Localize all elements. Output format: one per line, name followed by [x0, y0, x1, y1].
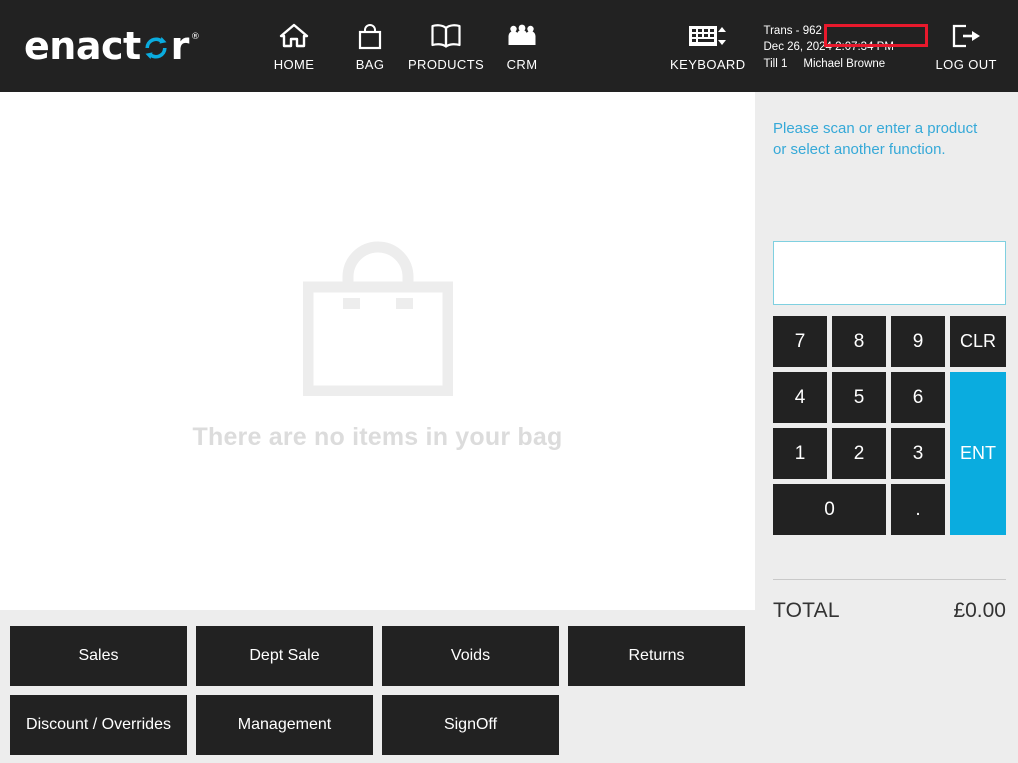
total-row: TOTAL £0.00 — [773, 599, 1006, 623]
prompt-line-1: Please scan or enter a product — [773, 120, 978, 137]
keyboard-toggle[interactable]: KEYBOARD — [670, 0, 745, 72]
shopping-bag-icon — [357, 21, 383, 51]
product-entry-input[interactable] — [773, 241, 1006, 305]
function-button-empty-slot — [568, 695, 745, 755]
nav-item-products[interactable]: PRODUCTS — [408, 21, 484, 72]
function-button-voids[interactable]: Voids — [382, 626, 559, 686]
nav-item-home[interactable]: HOME — [256, 21, 332, 72]
logo-text-part2: r — [170, 24, 190, 68]
keypad-key-7[interactable]: 7 — [773, 316, 827, 367]
function-button-management[interactable]: Management — [196, 695, 373, 755]
left-column: There are no items in your bag Sales Dep… — [0, 92, 755, 763]
transaction-datetime: Dec 26, 2024 2:07:34 PM — [763, 41, 894, 53]
function-button-dept-sale[interactable]: Dept Sale — [196, 626, 373, 686]
home-icon — [279, 21, 309, 51]
logo-text-part1: enact — [24, 24, 141, 68]
keypad-key-3[interactable]: 3 — [891, 428, 945, 479]
nav-label-bag: BAG — [355, 57, 385, 72]
keypad-key-0[interactable]: 0 — [773, 484, 886, 535]
keypad-key-5[interactable]: 5 — [832, 372, 886, 423]
logo-circular-arrow-icon — [142, 32, 170, 60]
keypad-key-6[interactable]: 6 — [891, 372, 945, 423]
prompt-line-2: or select another function. — [773, 141, 946, 158]
function-button-returns[interactable]: Returns — [568, 626, 745, 686]
till-number: Till 1 — [763, 58, 788, 70]
function-button-signoff[interactable]: SignOff — [382, 695, 559, 755]
numeric-keypad: 7 8 9 CLR 4 5 6 1 2 3 0 . ENT — [773, 316, 1006, 535]
book-icon — [430, 21, 462, 51]
keyboard-icon — [688, 21, 728, 51]
nav-label-home: HOME — [273, 57, 315, 72]
keypad-key-1[interactable]: 1 — [773, 428, 827, 479]
keypad-key-enter[interactable]: ENT — [950, 372, 1006, 535]
shopping-bag-outline-icon — [302, 241, 453, 401]
logout-label: LOG OUT — [935, 57, 997, 72]
nav-label-crm: CRM — [506, 57, 538, 72]
transaction-number: Trans - 962 — [763, 25, 822, 37]
total-label: TOTAL — [773, 599, 840, 622]
keypad-key-2[interactable]: 2 — [832, 428, 886, 479]
logout-button[interactable]: LOG OUT — [932, 0, 1000, 72]
function-button-grid: Sales Dept Sale Voids Returns Discount /… — [0, 610, 755, 763]
keypad-key-9[interactable]: 9 — [891, 316, 945, 367]
main-nav: HOME BAG PRODUCTS CRM — [256, 0, 560, 72]
total-divider — [773, 579, 1006, 580]
bag-area: There are no items in your bag — [0, 92, 755, 610]
keypad-key-8[interactable]: 8 — [832, 316, 886, 367]
keypad-key-decimal[interactable]: . — [891, 484, 945, 535]
logout-icon — [951, 21, 981, 51]
right-panel: Please scan or enter a product or select… — [755, 92, 1018, 763]
logo-trademark: ® — [190, 32, 200, 42]
bag-empty-message: There are no items in your bag — [192, 422, 563, 451]
function-button-sales[interactable]: Sales — [10, 626, 187, 686]
total-value: £0.00 — [953, 599, 1006, 622]
keyboard-label: KEYBOARD — [670, 57, 746, 72]
nav-label-products: PRODUCTS — [407, 57, 485, 72]
keypad-key-clear[interactable]: CLR — [950, 316, 1006, 367]
nav-item-bag[interactable]: BAG — [332, 21, 408, 72]
people-icon — [507, 21, 537, 51]
brand-logo: enact r ® — [0, 0, 256, 92]
function-button-discount-overrides[interactable]: Discount / Overrides — [10, 695, 187, 755]
prompt-message: Please scan or enter a product or select… — [773, 118, 1006, 160]
operator-name[interactable]: Michael Browne — [797, 55, 891, 73]
app-body: There are no items in your bag Sales Dep… — [0, 92, 1018, 763]
transaction-info: Trans - 962 Dec 26, 2024 2:07:34 PM Till… — [764, 0, 933, 73]
keypad-key-4[interactable]: 4 — [773, 372, 827, 423]
nav-item-crm[interactable]: CRM — [484, 21, 560, 72]
app-header: enact r ® HOME BAG PRODUCTS CRM KEYBOARD… — [0, 0, 1018, 92]
